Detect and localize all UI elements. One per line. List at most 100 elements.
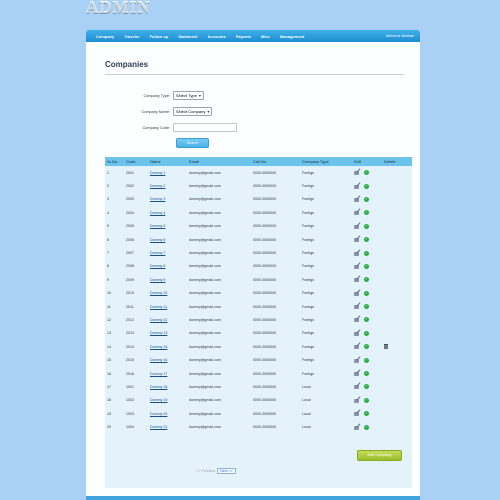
pencil-icon[interactable] [354,237,360,243]
pencil-icon[interactable] [354,251,360,256]
pencil-icon[interactable] [354,398,360,403]
pencil-icon[interactable] [354,277,360,283]
check-icon[interactable]: ✓ [364,237,369,243]
check-icon[interactable]: ✓ [364,384,369,390]
add-company-button[interactable]: Add Company [357,450,402,461]
column-header-company-type: Company Type [300,157,352,166]
check-icon[interactable]: ✓ [364,330,369,336]
pencil-icon[interactable] [354,291,360,296]
pencil-icon[interactable] [354,331,360,336]
check-icon[interactable]: ✓ [364,424,369,430]
check-icon[interactable]: ✓ [364,317,369,323]
cell-phone: 0000-0000000 [253,371,277,376]
check-icon[interactable]: ✓ [364,371,369,377]
company-name-link[interactable]: Dummy 3 [148,193,187,206]
company-name-link[interactable]: Dummy 2 [148,179,187,192]
pencil-icon[interactable] [354,170,360,176]
cell-company-type: Foreign [302,358,315,363]
check-icon[interactable]: ✓ [364,196,369,202]
check-icon[interactable]: ✓ [364,344,369,350]
check-icon[interactable]: ✓ [364,290,369,296]
company-name-select[interactable]: Select Company ▾ [173,107,213,116]
company-name-link[interactable]: Dummy 9 [148,273,187,286]
cell-email: dummy@gmail.com [189,291,221,296]
company-name-link[interactable]: Dummy 13 [148,327,187,340]
trash-icon[interactable] [384,343,388,349]
check-icon[interactable]: ✓ [364,170,369,176]
company-name-link[interactable]: Dummy 10 [148,287,187,300]
pencil-icon[interactable] [354,344,360,350]
nav-item-company[interactable]: Company [86,34,114,39]
company-name-link[interactable]: Dummy 20 [148,407,187,420]
nav-item-statement[interactable]: Statement [168,34,197,39]
nav-item-accounts[interactable]: Accounts [198,34,226,39]
cell-phone: 0000-0000000 [253,304,277,309]
edit-actions: ✓ [354,340,382,353]
company-name-link[interactable]: Dummy 11 [148,300,187,313]
company-name-link[interactable]: Dummy 1 [148,166,187,179]
nav-item-misc[interactable]: Misc [251,34,270,39]
check-icon[interactable]: ✓ [364,397,369,403]
company-type-label: Company Type: [143,93,170,98]
previous-page-link[interactable]: << Previous [196,469,215,473]
column-header-sr-no: Sr.No. [105,157,124,166]
cell-delete [382,407,412,420]
company-name-link[interactable]: Dummy 15 [148,340,187,353]
check-icon[interactable]: ✓ [364,277,369,283]
company-name-link[interactable]: Dummy 16 [148,353,187,366]
pencil-icon[interactable] [354,371,360,377]
company-name-link[interactable]: Dummy 4 [148,206,187,219]
company-name-link[interactable]: Dummy 12 [148,313,187,326]
nav-item-reports[interactable]: Reports [226,34,251,39]
edit-actions: ✓ [354,353,382,366]
nav-item-management[interactable]: Management [270,34,304,39]
pencil-icon[interactable] [354,384,360,390]
check-icon[interactable]: ✓ [364,411,369,417]
pencil-icon[interactable] [354,411,360,417]
check-icon[interactable]: ✓ [364,250,369,256]
cell-code: 2011 [126,304,134,309]
company-name-link[interactable]: Dummy 8 [148,260,187,273]
cell-delete [382,394,412,407]
next-page-button[interactable]: Next >> [217,468,236,474]
table-row: 10 2010 Dummy 10 dummy@gmail.com 0000-000000… [105,287,412,300]
pencil-icon[interactable] [354,425,360,430]
cell-sr-no: 11 [107,304,111,309]
cell-sr-no: 2 [107,184,109,189]
cell-delete [382,340,412,353]
company-type-select[interactable]: Select Type ▾ [173,91,204,100]
cell-email: dummy@gmail.com [189,371,221,376]
search-button[interactable]: Search [176,138,209,148]
pencil-icon[interactable] [354,358,360,363]
check-icon[interactable]: ✓ [364,357,369,363]
company-name-link[interactable]: Dummy 21 [148,420,187,433]
pencil-icon[interactable] [354,224,360,229]
pencil-icon[interactable] [354,317,360,323]
pencil-icon[interactable] [354,210,360,216]
pencil-icon[interactable] [354,304,360,310]
pencil-icon[interactable] [354,197,360,202]
check-icon[interactable]: ✓ [364,210,369,216]
check-icon[interactable]: ✓ [364,263,369,269]
company-code-input[interactable] [173,123,237,132]
pencil-icon[interactable] [354,264,360,269]
edit-actions: ✓ [354,220,382,233]
company-name-link[interactable]: Dummy 6 [148,233,187,246]
company-name-link[interactable]: Dummy 5 [148,220,187,233]
cell-delete [382,353,412,366]
cell-code: 1002 [126,398,134,403]
check-icon[interactable]: ✓ [364,304,369,310]
company-name-link[interactable]: Dummy 17 [148,367,187,380]
cell-email: dummy@gmail.com [189,425,221,430]
edit-actions: ✓ [354,273,382,286]
nav-item-follow-up[interactable]: Follow up [140,34,169,39]
check-icon[interactable]: ✓ [364,223,369,229]
cell-delete [382,327,412,340]
check-icon[interactable]: ✓ [364,183,369,189]
pencil-icon[interactable] [354,184,360,189]
company-name-link[interactable]: Dummy 18 [148,380,187,393]
edit-actions: ✓ [354,233,382,246]
nav-item-traveler[interactable]: Traveler [114,34,139,39]
company-name-link[interactable]: Dummy 19 [148,394,187,407]
company-name-link[interactable]: Dummy 7 [148,246,187,259]
